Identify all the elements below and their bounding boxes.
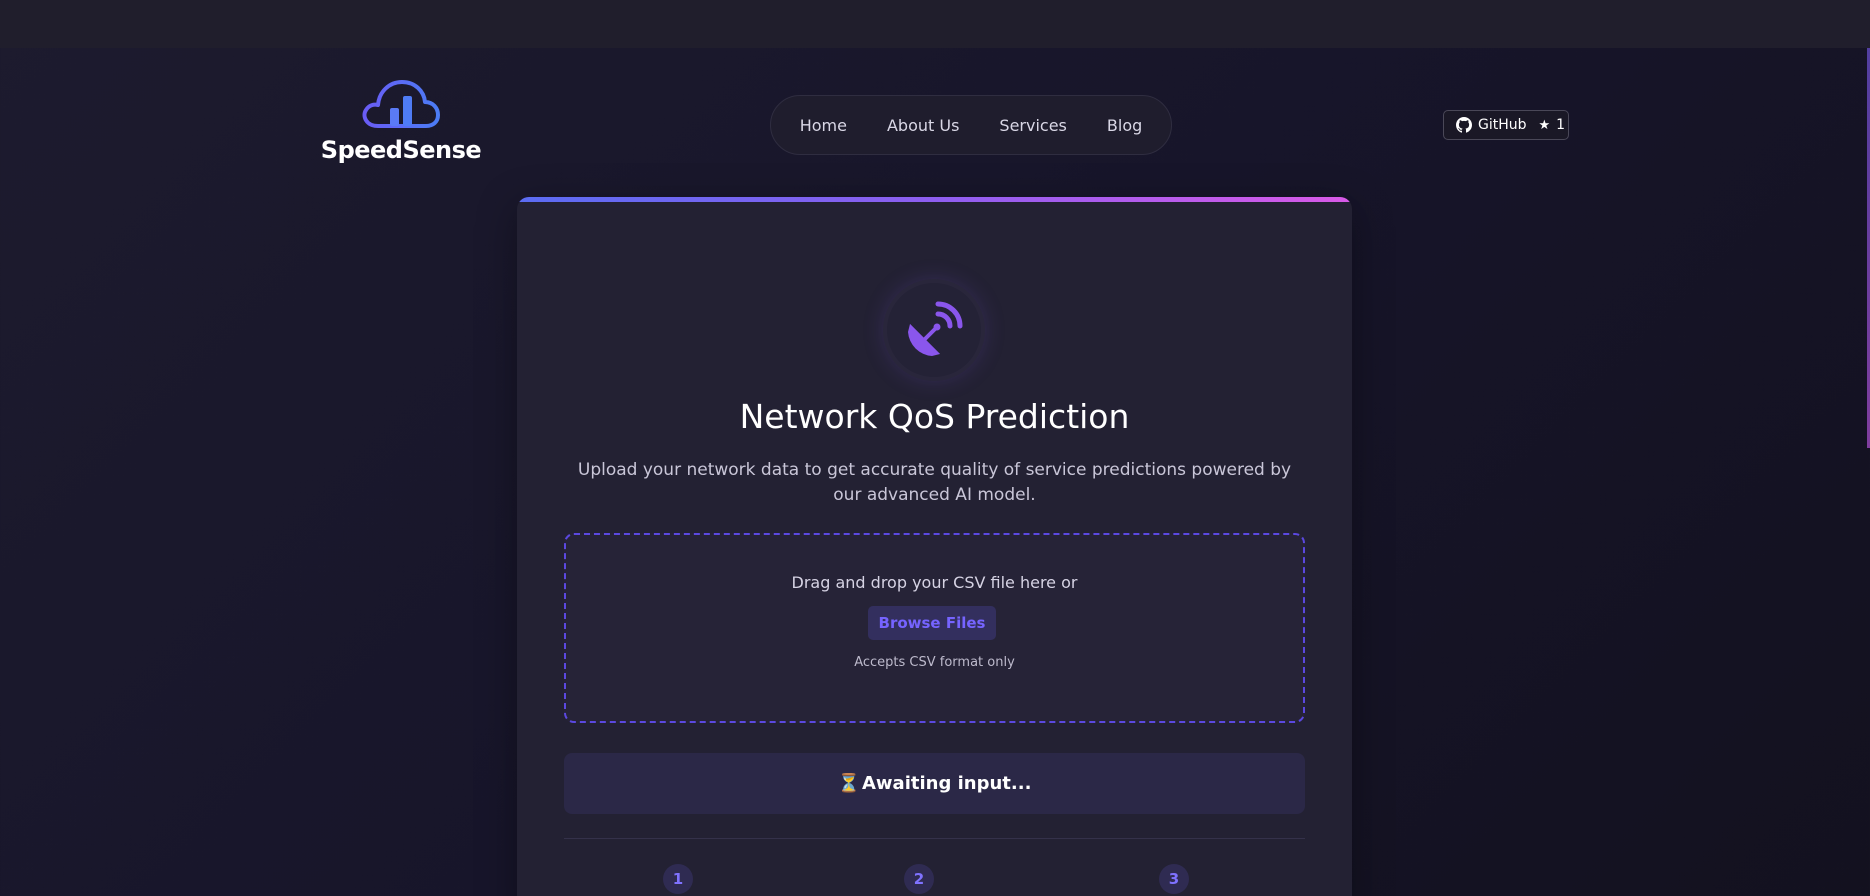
section-divider <box>564 838 1305 839</box>
dropzone-prompt: Drag and drop your CSV file here or <box>791 573 1078 592</box>
csv-dropzone[interactable]: Drag and drop your CSV file here or Brow… <box>564 533 1305 723</box>
github-star-count: 1 <box>1556 117 1566 133</box>
step-badge-1: 1 <box>663 864 693 894</box>
step-badge-2: 2 <box>904 864 934 894</box>
step-badge-3: 3 <box>1159 864 1189 894</box>
page-title: Network QoS Prediction <box>739 397 1130 436</box>
brand-logo[interactable]: SpeedSense <box>318 74 484 168</box>
nav-services[interactable]: Services <box>999 116 1066 135</box>
nav-about-us[interactable]: About Us <box>887 116 959 135</box>
browse-files-button[interactable]: Browse Files <box>868 606 996 640</box>
nav-home[interactable]: Home <box>800 116 847 135</box>
satellite-dish-icon-wrapper <box>887 283 981 377</box>
main-nav: Home About Us Services Blog <box>770 95 1172 155</box>
status-text: Awaiting input... <box>862 773 1032 794</box>
github-icon <box>1456 117 1472 133</box>
cloud-chart-icon <box>362 80 440 128</box>
nav-blog[interactable]: Blog <box>1107 116 1142 135</box>
prediction-card: Network QoS Prediction Upload your netwo… <box>517 197 1352 896</box>
card-accent-bar <box>517 197 1352 202</box>
page-subtitle: Upload your network data to get accurate… <box>577 460 1292 505</box>
format-note: Accepts CSV format only <box>854 655 1015 670</box>
github-button[interactable]: GitHub ★ 1 <box>1443 110 1569 140</box>
satellite-dish-icon <box>908 301 963 356</box>
status-banner: ⏳ Awaiting input... <box>564 753 1305 814</box>
star-icon: ★ <box>1538 117 1551 133</box>
brand-name: SpeedSense <box>320 136 482 164</box>
hourglass-icon: ⏳ <box>837 773 860 794</box>
browser-top-strip <box>0 0 1870 48</box>
github-label: GitHub <box>1478 117 1527 133</box>
